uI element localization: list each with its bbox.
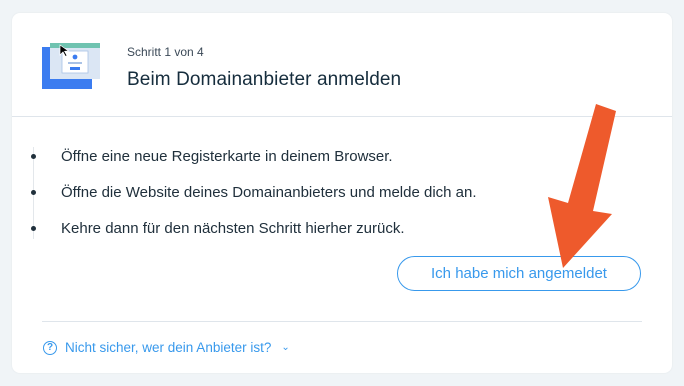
chevron-down-icon: ⌄: [281, 342, 290, 353]
step-counter: Schritt 1 von 4: [127, 45, 204, 59]
bullet-icon: [31, 226, 36, 231]
step-header: Schritt 1 von 4 Beim Domainanbieter anme…: [12, 13, 672, 117]
step-card: Schritt 1 von 4 Beim Domainanbieter anme…: [12, 13, 672, 373]
instruction-item: Öffne die Website deines Domainanbieters…: [31, 183, 553, 219]
question-circle-icon: ?: [43, 340, 57, 355]
instruction-text: Kehre dann für den nächsten Schritt hier…: [61, 220, 405, 237]
instruction-item: Kehre dann für den nächsten Schritt hier…: [31, 219, 553, 255]
divider: [42, 321, 642, 322]
step-title: Beim Domainanbieter anmelden: [127, 69, 402, 90]
instruction-text: Öffne eine neue Registerkarte in deinem …: [61, 148, 393, 165]
step-body: Öffne eine neue Registerkarte in deinem …: [12, 117, 672, 372]
provider-help-link[interactable]: ? Nicht sicher, wer dein Anbieter ist? ⌄: [43, 340, 290, 355]
provider-help-label: Nicht sicher, wer dein Anbieter ist?: [65, 340, 272, 355]
instruction-list: Öffne eine neue Registerkarte in deinem …: [31, 147, 553, 239]
bullet-icon: [31, 154, 36, 159]
logged-in-button[interactable]: Ich habe mich angemeldet: [397, 256, 641, 291]
browser-login-illustration-icon: [42, 43, 100, 89]
bullet-icon: [31, 190, 36, 195]
instruction-item: Öffne eine neue Registerkarte in deinem …: [31, 147, 553, 183]
instruction-text: Öffne die Website deines Domainanbieters…: [61, 184, 477, 201]
